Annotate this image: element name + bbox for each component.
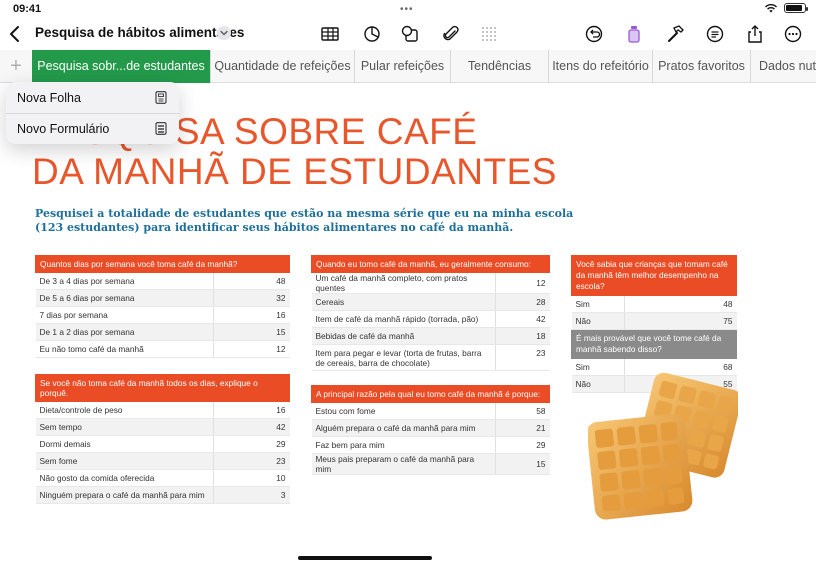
tab-dados[interactable]: Dados nutr bbox=[750, 50, 816, 83]
table-cell[interactable]: Sem tempo bbox=[35, 418, 214, 436]
table-cell[interactable]: 15 bbox=[213, 323, 290, 341]
table-cell[interactable]: De 1 a 2 dias por semana bbox=[35, 323, 214, 341]
table-cell[interactable]: 48 bbox=[624, 295, 737, 313]
table-cell[interactable]: De 5 a 6 dias por semana bbox=[35, 289, 214, 307]
undo-icon[interactable] bbox=[584, 24, 604, 44]
table-cell[interactable]: Eu não tomo café da manhã bbox=[35, 340, 214, 358]
table-header[interactable]: A principal razão pela qual eu tomo café… bbox=[311, 385, 550, 403]
table-cell[interactable]: 3 bbox=[213, 486, 290, 504]
table-razao-principal[interactable]: A principal razão pela qual eu tomo café… bbox=[311, 385, 550, 475]
tab-pesquisa[interactable]: Pesquisa sobr...de estudantes bbox=[32, 50, 210, 83]
status-bar: 09:41 ••• bbox=[0, 0, 816, 18]
table-cell[interactable]: 28 bbox=[495, 293, 550, 311]
table-cell[interactable]: Sim bbox=[571, 295, 625, 313]
table-header[interactable]: Quantos dias por semana você toma café d… bbox=[35, 255, 290, 273]
document-title[interactable]: Pesquisa de hábitos alimentares bbox=[35, 25, 244, 40]
table-cell[interactable]: 18 bbox=[495, 327, 550, 345]
waffle-image[interactable] bbox=[588, 370, 738, 530]
new-sheet-item[interactable]: Nova Folha bbox=[6, 82, 179, 113]
table-cell[interactable]: 58 bbox=[495, 402, 550, 420]
table-cell[interactable]: Cereais bbox=[311, 293, 496, 311]
paperclip-icon[interactable] bbox=[441, 24, 461, 44]
table-cell[interactable]: 48 bbox=[213, 272, 290, 290]
table-cell[interactable]: 42 bbox=[213, 418, 290, 436]
status-icons bbox=[764, 3, 808, 13]
table-header[interactable]: Se você não toma café da manhã todos os … bbox=[35, 374, 290, 402]
sheet-doc-icon bbox=[155, 91, 167, 104]
table-cell[interactable]: Ninguém prepara o café da manhã para mim bbox=[35, 486, 214, 504]
table-cell[interactable]: 7 dias por semana bbox=[35, 306, 214, 324]
subtitle: Pesquisei a totalidade de estudantes que… bbox=[35, 207, 574, 234]
more-icon[interactable] bbox=[783, 24, 803, 44]
comment-icon[interactable] bbox=[705, 24, 725, 44]
table-cell[interactable]: 75 bbox=[624, 312, 737, 330]
new-form-label: Novo Formulário bbox=[17, 122, 110, 136]
sheet-tab-bar: + Pesquisa sobr...de estudantes Quantida… bbox=[0, 50, 816, 83]
shapes-icon[interactable] bbox=[400, 24, 420, 44]
new-sheet-label: Nova Folha bbox=[17, 91, 81, 105]
table-cell[interactable]: Item para pegar e levar (torta de frutas… bbox=[311, 344, 496, 371]
table-cell[interactable]: Um café da manhã completo, com pratos qu… bbox=[311, 272, 496, 294]
table-cell[interactable]: Dormi demais bbox=[35, 435, 214, 453]
heading-line-2: DA MANHÃ DE ESTUDANTES bbox=[32, 151, 557, 192]
home-indicator[interactable] bbox=[298, 556, 432, 560]
table-cell[interactable]: Não bbox=[571, 312, 625, 330]
table-cell[interactable]: Dieta/controle de peso bbox=[35, 401, 214, 419]
table-consumo[interactable]: Quando eu tomo café da manhã, eu geralme… bbox=[311, 255, 550, 371]
table-cell[interactable]: 29 bbox=[495, 436, 550, 454]
chart-icon[interactable] bbox=[362, 24, 382, 44]
chevron-down-icon[interactable] bbox=[217, 26, 231, 40]
table-cell[interactable]: 21 bbox=[495, 419, 550, 437]
table-cell[interactable]: 12 bbox=[495, 272, 550, 294]
tab-pular[interactable]: Pular refeições bbox=[354, 50, 450, 83]
table-cell[interactable]: Item de café da manhã rápido (torrada, p… bbox=[311, 310, 496, 328]
table-cell[interactable]: 12 bbox=[213, 340, 290, 358]
table-cell[interactable]: Alguém prepara o café da manhã para mim bbox=[311, 419, 496, 437]
table-header[interactable]: É mais provável que você tome café da ma… bbox=[571, 329, 737, 359]
table-cell[interactable]: 23 bbox=[213, 452, 290, 470]
table-cell[interactable]: Meus pais preparam o café da manhã para … bbox=[311, 453, 496, 475]
battery-icon bbox=[784, 3, 808, 13]
table-cell[interactable]: 29 bbox=[213, 435, 290, 453]
table-cell[interactable]: 42 bbox=[495, 310, 550, 328]
table-cell[interactable]: 16 bbox=[213, 401, 290, 419]
wifi-icon bbox=[765, 4, 777, 13]
add-sheet-button[interactable]: + bbox=[0, 50, 32, 83]
table-icon[interactable] bbox=[320, 24, 340, 44]
table-cell[interactable]: 32 bbox=[213, 289, 290, 307]
add-sheet-popover: Nova Folha Novo Formulário bbox=[6, 82, 179, 144]
tab-itens[interactable]: Itens do refeitório bbox=[548, 50, 652, 83]
status-time: 09:41 bbox=[13, 3, 42, 15]
table-dias-semana[interactable]: Quantos dias por semana você toma café d… bbox=[35, 255, 290, 358]
table-header[interactable]: Você sabia que crianças que tomam café d… bbox=[571, 255, 737, 296]
table-cell[interactable]: Sem fome bbox=[35, 452, 214, 470]
multitasking-dots[interactable]: ••• bbox=[400, 4, 414, 15]
table-cell[interactable]: 10 bbox=[213, 469, 290, 487]
table-cell[interactable]: Estou com fome bbox=[311, 402, 496, 420]
new-form-item[interactable]: Novo Formulário bbox=[6, 113, 179, 144]
table-cell[interactable]: Bebidas de café da manhã bbox=[311, 327, 496, 345]
table-cell[interactable]: Faz bem para mim bbox=[311, 436, 496, 454]
form-doc-icon bbox=[155, 122, 167, 135]
table-cell[interactable]: 15 bbox=[495, 453, 550, 475]
back-chevron-icon[interactable] bbox=[8, 24, 22, 44]
table-cell[interactable]: De 3 a 4 dias por semana bbox=[35, 272, 214, 290]
share-icon[interactable] bbox=[745, 24, 765, 44]
tab-tendencias[interactable]: Tendências bbox=[450, 50, 548, 83]
format-brush-icon[interactable] bbox=[624, 24, 644, 44]
table-header[interactable]: Quando eu tomo café da manhã, eu geralme… bbox=[311, 255, 550, 273]
hammer-icon[interactable] bbox=[665, 24, 685, 44]
table-cell[interactable]: Não gosto da comida oferecida bbox=[35, 469, 214, 487]
table-cell[interactable]: 16 bbox=[213, 306, 290, 324]
table-razoes-nao[interactable]: Se você não toma café da manhã todos os … bbox=[35, 374, 290, 504]
tab-pratos[interactable]: Pratos favoritos bbox=[652, 50, 750, 83]
table-cell[interactable]: 23 bbox=[495, 344, 550, 371]
tab-quantidade[interactable]: Quantidade de refeições bbox=[210, 50, 354, 83]
toolbar: Pesquisa de hábitos alimentares bbox=[0, 18, 816, 50]
grid-dots-icon[interactable] bbox=[479, 24, 499, 44]
